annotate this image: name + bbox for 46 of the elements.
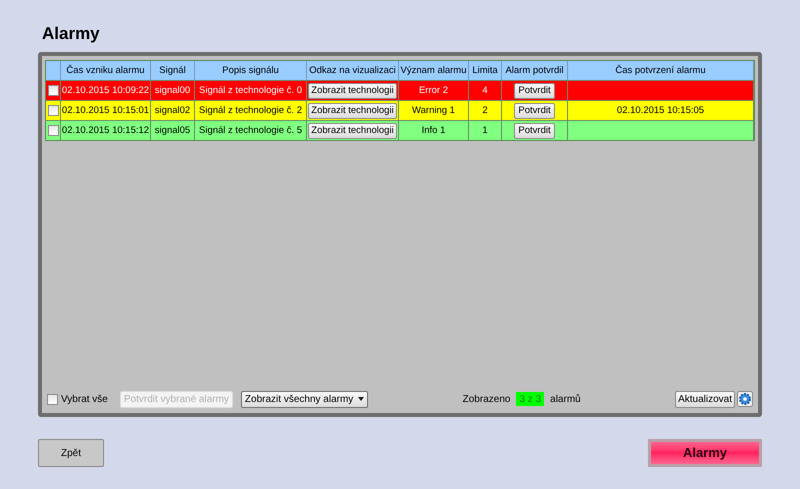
table-cell: Info 1 — [399, 120, 469, 140]
gear-icon[interactable] — [736, 391, 753, 407]
table-cell: Signál z technologie č. 0 — [195, 80, 307, 100]
page-title: Alarmy — [42, 23, 101, 45]
alarms-button[interactable]: Alarmy — [648, 439, 762, 467]
refresh-button[interactable]: Aktualizovat — [675, 390, 735, 408]
checkbox[interactable] — [48, 105, 58, 116]
show-technology-button[interactable]: Zobrazit technologii — [308, 122, 397, 138]
table-cell: Warning 1 — [399, 100, 469, 120]
confirm-button[interactable]: Potvrdit — [514, 122, 555, 138]
table-cell: 02.10.2015 10:15:12 — [61, 120, 151, 140]
table-cell: 1 — [469, 120, 502, 140]
table-cell: 2 — [469, 100, 502, 120]
select-all-label: Vybrat vše — [61, 392, 108, 406]
filter-dropdown[interactable]: Zobrazit všechny alarmy — [240, 390, 368, 408]
shown-unit: alarmů — [550, 392, 581, 406]
checkbox[interactable] — [48, 85, 58, 96]
column-header: Odkaz na vizualizaci — [307, 61, 399, 80]
show-technology-button[interactable]: Zobrazit technologii — [308, 82, 397, 98]
confirm-button[interactable]: Potvrdit — [514, 102, 555, 118]
column-header: Čas potvrzení alarmu — [568, 61, 754, 80]
checkbox[interactable] — [48, 125, 58, 136]
column-header: Popis signálu — [195, 61, 307, 80]
table-cell: signal02 — [151, 100, 195, 120]
table-cell: Error 2 — [399, 80, 469, 100]
table-cell: signal05 — [151, 120, 195, 140]
shown-label: Zobrazeno — [462, 392, 510, 406]
column-header: Čas vzniku alarmu — [61, 61, 151, 80]
checkbox[interactable] — [47, 394, 58, 404]
table-cell: 02.10.2015 10:15:05 — [568, 100, 754, 120]
table-cell: Signál z technologie č. 2 — [195, 100, 307, 120]
column-header: Limita — [469, 61, 502, 80]
header-cell — [46, 61, 61, 80]
show-technology-button[interactable]: Zobrazit technologii — [308, 102, 397, 118]
shown-count: 3 z 3 — [516, 392, 544, 406]
table-cell: 4 — [469, 80, 502, 100]
column-header: Alarm potvrdil — [502, 61, 568, 80]
back-button[interactable]: Zpět — [38, 439, 104, 467]
table-cell: Signál z technologie č. 5 — [195, 120, 307, 140]
column-header: Význam alarmu — [399, 61, 469, 80]
column-header: Signál — [151, 61, 195, 80]
table-cell: signal00 — [151, 80, 195, 100]
caret-icon — [358, 397, 364, 401]
confirm-button[interactable]: Potvrdit — [514, 82, 555, 98]
table-cell: 02.10.2015 10:09:22 — [61, 80, 151, 100]
table-cell: 02.10.2015 10:15:01 — [61, 100, 151, 120]
